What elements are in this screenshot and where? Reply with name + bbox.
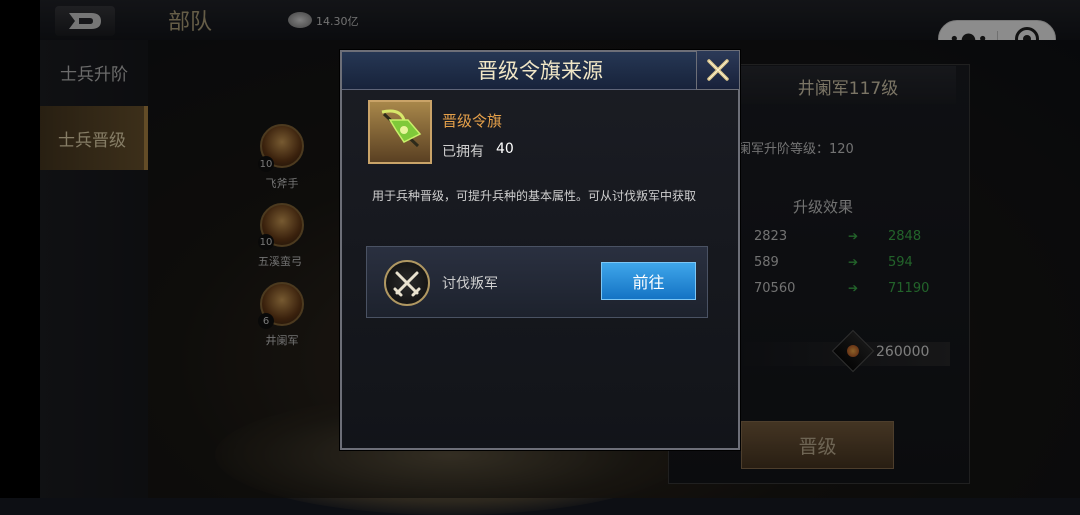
item-name: 晋级令旗 [442, 112, 503, 130]
flag-icon [381, 109, 422, 148]
owned-value: 40 [496, 141, 514, 157]
goto-button[interactable]: 前往 [601, 262, 696, 300]
item-icon-box [368, 100, 432, 164]
item-description: 用于兵种晋级，可提升兵种的基本属性。可从讨伐叛军中获取 [372, 189, 697, 203]
close-x-icon [707, 59, 729, 81]
source-icon-frame [384, 260, 430, 306]
modal-title: 晋级令旗来源 [477, 59, 603, 83]
owned-label: 已拥有 [442, 144, 484, 160]
modal-close-button[interactable] [696, 50, 740, 90]
modal-header-divider [342, 89, 738, 90]
crossed-swords-icon [393, 271, 421, 297]
source-name: 讨伐叛军 [442, 276, 498, 292]
